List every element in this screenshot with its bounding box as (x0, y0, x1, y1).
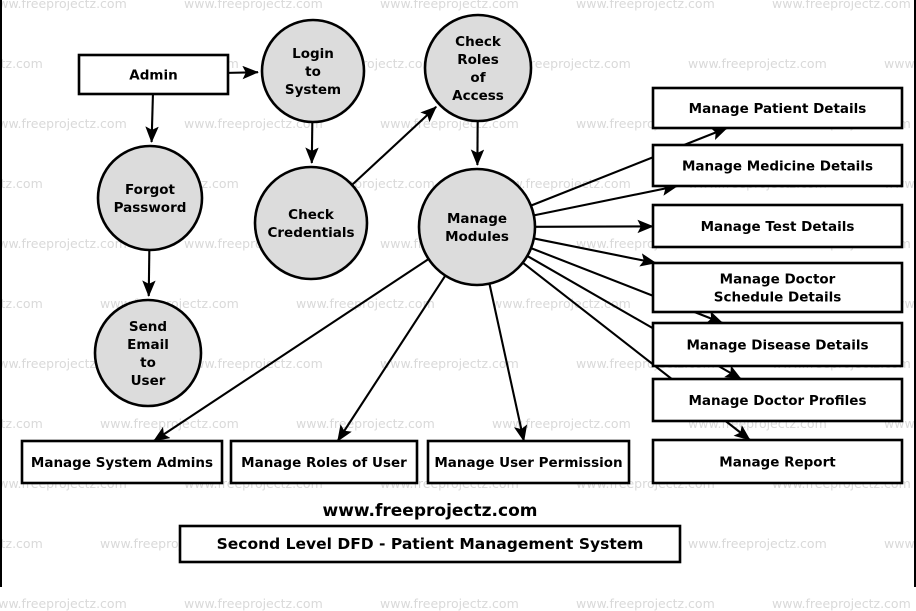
title-box-label: Second Level DFD - Patient Management Sy… (217, 535, 644, 553)
datastore-label-manage_user_permission: Manage User Permission (434, 455, 622, 471)
watermark-text: www.freeprojectz.com (380, 596, 519, 611)
flow-check_credentials-to-check_roles (352, 107, 436, 185)
flow-login_to_system-to-check_credentials (312, 122, 313, 163)
watermark-text: www.freeprojectz.com (0, 596, 127, 611)
datastore-manage_user_permission[interactable]: Manage User Permission (428, 441, 629, 483)
datastore-manage_doctor_profiles[interactable]: Manage Doctor Profiles (653, 379, 902, 421)
flow-admin-to-forgot_password (152, 94, 153, 142)
datastore-manage_report[interactable]: Manage Report (653, 440, 902, 483)
entity-label-admin: Admin (129, 67, 177, 83)
watermark-text: www.freeprojectz.com (772, 596, 911, 611)
datastore-manage_system_admins[interactable]: Manage System Admins (22, 441, 222, 483)
datastore-label-manage_patient_details: Manage Patient Details (689, 101, 867, 117)
datastore-label-manage_system_admins: Manage System Admins (31, 455, 213, 471)
process-circle-check_credentials (255, 167, 367, 279)
datastore-label-manage_medicine_details: Manage Medicine Details (682, 158, 873, 174)
flow-forgot_password-to-send_email (149, 250, 150, 296)
process-login_to_system[interactable]: LogintoSystem (262, 20, 364, 122)
datastore-manage_doctor_schedule[interactable]: Manage DoctorSchedule Details (653, 263, 902, 312)
process-circle-check_roles (425, 15, 531, 121)
process-check_credentials[interactable]: CheckCredentials (255, 167, 367, 279)
process-check_roles[interactable]: CheckRolesofAccess (425, 15, 531, 121)
datastore-manage_roles_of_user[interactable]: Manage Roles of User (231, 441, 417, 483)
flow-manage_modules-to-manage_doctor_schedule (534, 238, 656, 263)
datastore-manage_patient_details[interactable]: Manage Patient Details (653, 88, 902, 128)
process-circle-send_email (95, 300, 201, 406)
title-box: Second Level DFD - Patient Management Sy… (180, 526, 680, 562)
datastore-label-manage_report: Manage Report (719, 454, 836, 470)
diagram-nodes: Admin LogintoSystem CheckRolesofAccess Forg… (22, 15, 902, 562)
dfd-diagram: Admin LogintoSystem CheckRolesofAccess Forg… (0, 0, 916, 587)
watermark-text: www.freeprojectz.com (184, 596, 323, 611)
process-circle-manage_modules (419, 169, 535, 285)
datastore-label-manage_test_details: Manage Test Details (701, 219, 855, 235)
entity-admin[interactable]: Admin (79, 55, 228, 94)
datastore-manage_test_details[interactable]: Manage Test Details (653, 205, 902, 247)
process-forgot_password[interactable]: ForgotPassword (98, 146, 202, 250)
flow-manage_modules-to-manage_user_permission (489, 284, 523, 441)
dfd-canvas: www.freeprojectz.comwww.freeprojectz.com… (0, 0, 916, 587)
flow-manage_modules-to-manage_roles_of_user (338, 276, 446, 441)
process-send_email[interactable]: SendEmailtoUser (95, 300, 201, 406)
datastore-label-manage_disease_details: Manage Disease Details (686, 337, 868, 353)
flow-admin-to-login_to_system (228, 72, 258, 73)
process-manage_modules[interactable]: ManageModules (419, 169, 535, 285)
datastore-manage_disease_details[interactable]: Manage Disease Details (653, 323, 902, 366)
process-circle-forgot_password (98, 146, 202, 250)
datastore-manage_medicine_details[interactable]: Manage Medicine Details (653, 145, 902, 186)
watermark-text: www.freeprojectz.com (576, 596, 715, 611)
site-footer-label: www.freeprojectz.com (323, 501, 538, 521)
datastore-label-manage_doctor_profiles: Manage Doctor Profiles (688, 393, 866, 409)
datastore-label-manage_roles_of_user: Manage Roles of User (241, 455, 407, 471)
